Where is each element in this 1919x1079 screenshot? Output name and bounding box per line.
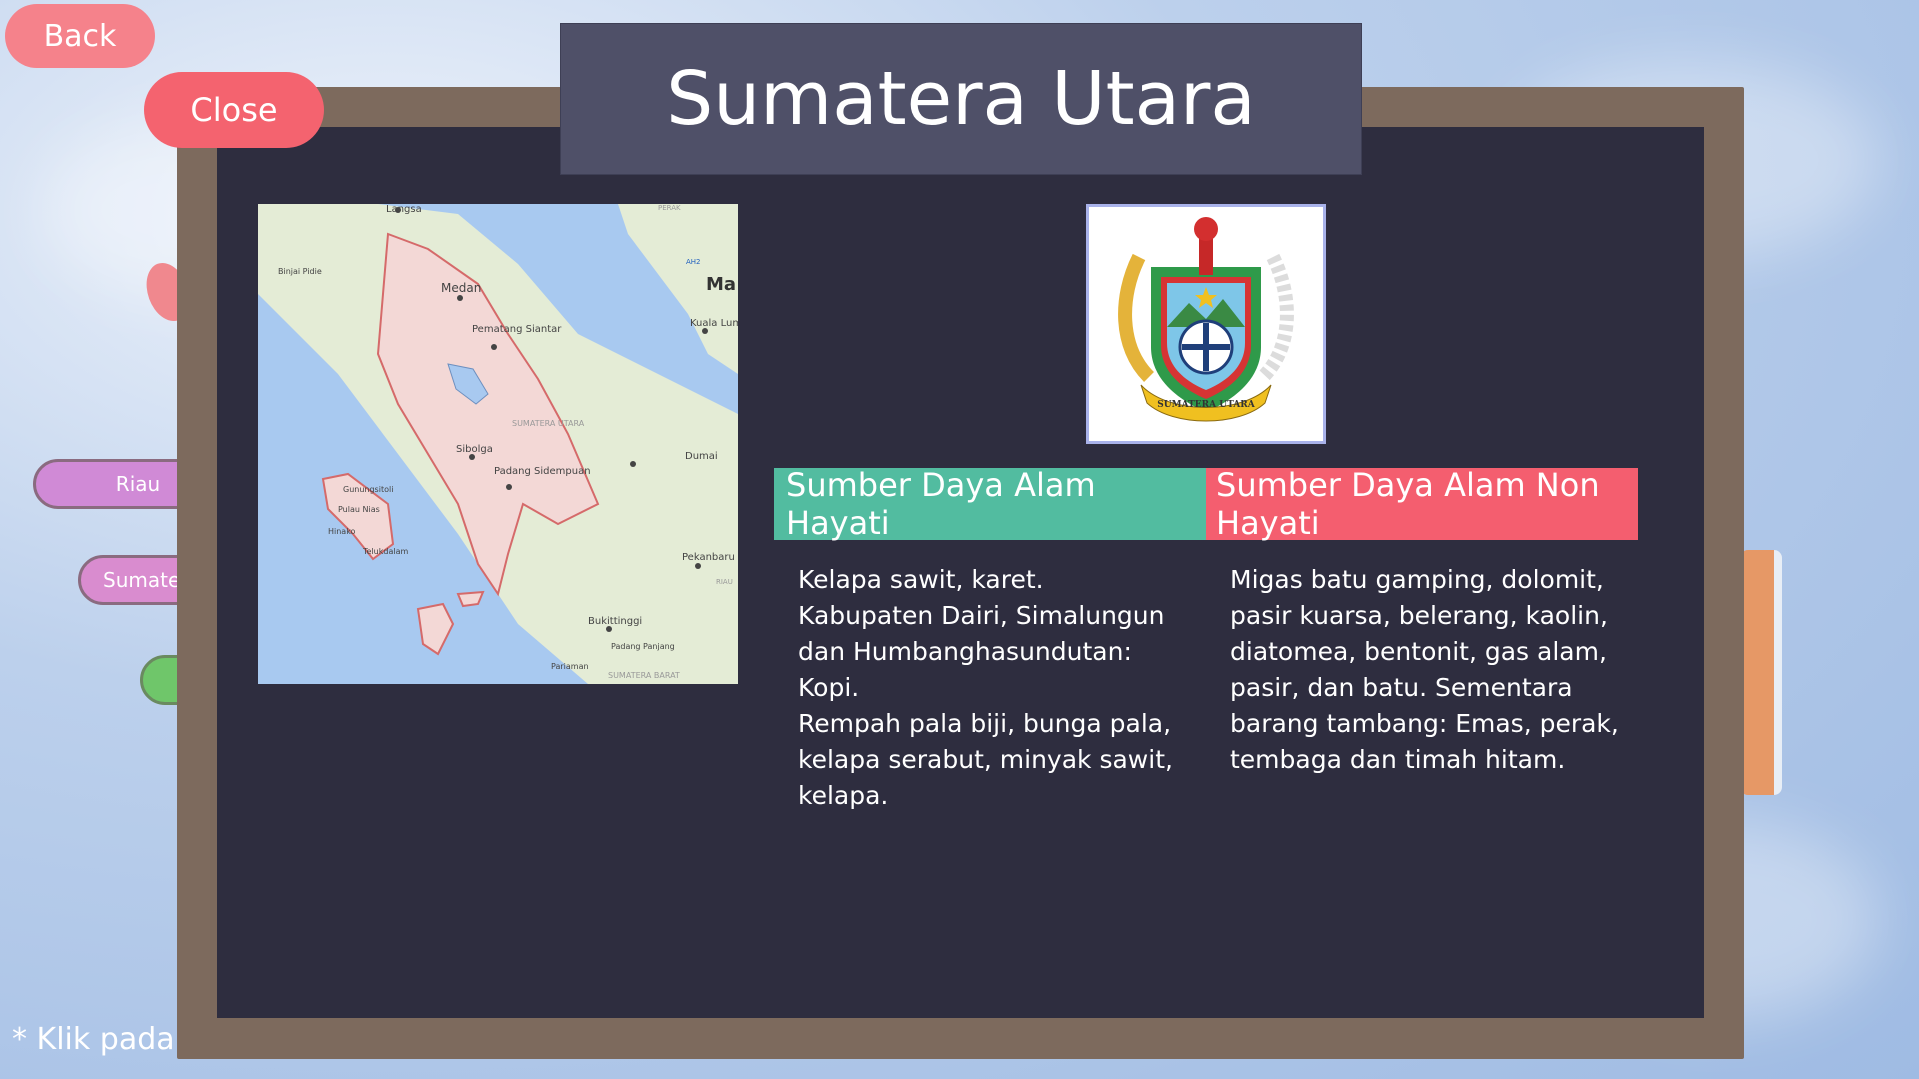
tab-sumber-daya-hayati[interactable]: Sumber Daya Alam Hayati — [774, 466, 1206, 542]
map-label: SUMATERA UTARA — [512, 419, 585, 428]
tab-sumber-daya-non-hayati[interactable]: Sumber Daya Alam Non Hayati — [1206, 466, 1638, 542]
map-label: RIAU — [716, 578, 733, 586]
map-label: Pariaman — [551, 662, 589, 671]
right-side-tab[interactable] — [1740, 550, 1782, 795]
map-label: Gunungsitoli — [343, 485, 393, 494]
map-label: Binjai Pidie — [278, 267, 322, 276]
map-label: Kuala Lum — [690, 318, 738, 329]
non-hayati-description: Migas batu gamping, dolomit, pasir kuars… — [1230, 565, 1619, 774]
map-label: Padang Sidempuan — [494, 466, 591, 477]
map-label: Bukittinggi — [588, 616, 642, 627]
footnote-text: * Klik pada d — [12, 1022, 204, 1057]
map-label: Pekanbaru — [682, 552, 735, 563]
map-label: Pematang Siantar — [472, 324, 562, 335]
hayati-description: Kelapa sawit, karet. Kabupaten Dairi, Si… — [798, 565, 1173, 810]
map-label: Hinako — [328, 527, 356, 536]
map-label: Pulau Nias — [338, 505, 380, 514]
province-emblem-icon: SUMATERA UTARA — [1118, 217, 1294, 422]
map-label: Medan — [441, 281, 481, 295]
province-emblem: SUMATERA UTARA — [1086, 204, 1326, 444]
map-label: Sibolga — [456, 444, 493, 455]
map-label: Telukdalam — [362, 547, 408, 556]
page-title: Sumatera Utara — [560, 23, 1362, 175]
map-label: Dumai — [685, 451, 718, 462]
map-label: SUMATERA BARAT — [608, 671, 680, 680]
map-label: AH2 — [686, 258, 701, 266]
map-label: Langsa — [386, 204, 422, 215]
map-label: Padang Panjang — [611, 642, 675, 651]
close-button[interactable]: Close — [144, 72, 324, 148]
map-label: Ma — [706, 274, 736, 295]
province-map: Langsa Medan Binjai Pidie Pematang Siant… — [258, 204, 738, 684]
emblem-ribbon-text: SUMATERA UTARA — [1157, 400, 1255, 410]
back-button[interactable]: Back — [5, 4, 155, 68]
map-label: PERAK — [658, 204, 681, 212]
